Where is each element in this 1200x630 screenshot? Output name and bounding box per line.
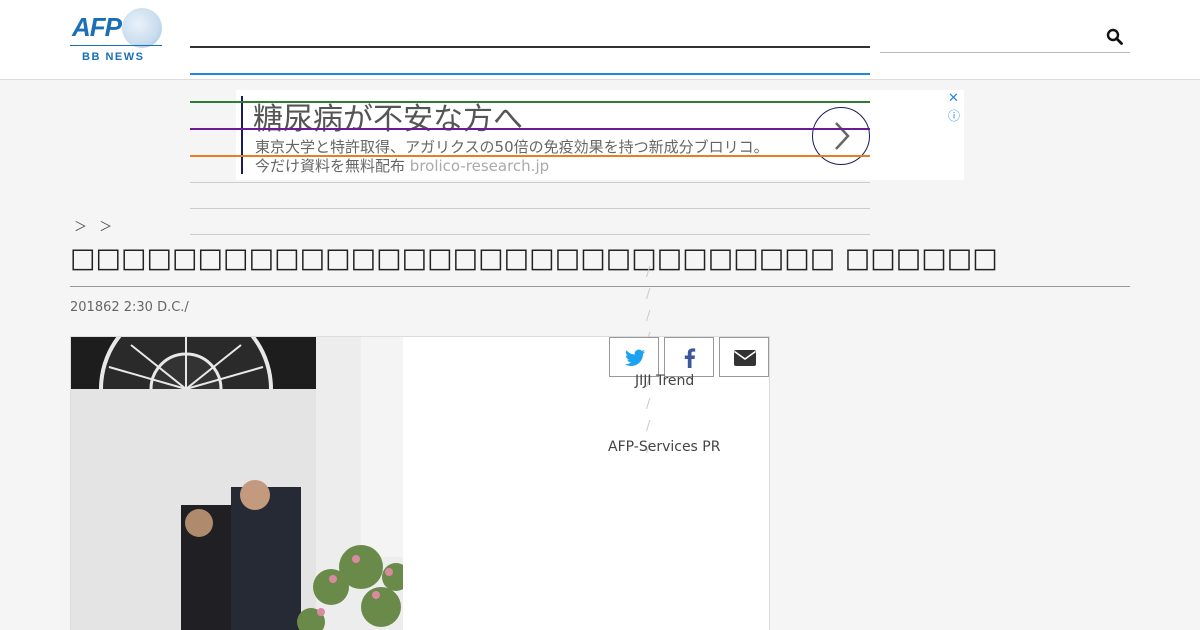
ad-close-icon[interactable]: ✕ bbox=[948, 91, 959, 106]
nav-rule-dark bbox=[190, 46, 870, 48]
afp-bb-news-logo[interactable]: AFP BB NEWS bbox=[70, 8, 162, 64]
jiji-trend-link[interactable]: JIJI Trend bbox=[635, 373, 694, 389]
nav-rule-purple bbox=[190, 128, 870, 130]
nav-rule-green bbox=[190, 101, 870, 103]
ad-accent-rule bbox=[241, 96, 243, 174]
twitter-icon bbox=[625, 349, 645, 366]
mail-icon bbox=[734, 350, 756, 366]
nav-rule-gray-1 bbox=[190, 182, 870, 183]
article-photo[interactable] bbox=[71, 337, 403, 630]
logo-bbnews-text: BB NEWS bbox=[82, 51, 145, 63]
logo-divider bbox=[70, 45, 162, 46]
globe-icon bbox=[122, 8, 162, 48]
ad-info-icon[interactable]: ⓘ bbox=[948, 107, 960, 124]
title-divider bbox=[70, 286, 1130, 287]
facebook-share-button[interactable] bbox=[664, 337, 714, 377]
ad-banner[interactable]: 糖尿病が不安な方へ 東京大学と特許取得、アガリクスの50倍の免疫効果を持つ新成分… bbox=[236, 90, 964, 180]
ad-footer: 今だけ資料を無料配布 brolico-research.jp bbox=[255, 155, 549, 176]
twitter-share-button[interactable] bbox=[609, 337, 659, 377]
search-box bbox=[880, 24, 1130, 53]
ad-footer-text: 今だけ資料を無料配布 bbox=[255, 157, 406, 175]
nav-rule-gray-3 bbox=[190, 234, 870, 235]
article-title: □□□□□□□□□□□□□□□□□□□□□□□□□□□□□□ □□□□□□ bbox=[70, 243, 998, 274]
ad-domain[interactable]: brolico-research.jp bbox=[410, 157, 549, 175]
mail-share-button[interactable] bbox=[719, 337, 769, 377]
afp-services-pr-link[interactable]: AFP-Services PR bbox=[608, 439, 720, 455]
search-icon[interactable] bbox=[1106, 28, 1124, 46]
breadcrumb[interactable]: ＞ ＞ bbox=[74, 216, 116, 235]
nav-rule-gray-2 bbox=[190, 208, 870, 209]
site-header: AFP BB NEWS bbox=[0, 0, 1200, 80]
logo-afp-text: AFP bbox=[72, 12, 122, 42]
article-dateline: 201862 2:30 D.C./ bbox=[70, 300, 189, 315]
photo-illustration bbox=[71, 337, 403, 630]
nav-rule-orange bbox=[190, 155, 870, 157]
ad-description: 東京大学と特許取得、アガリクスの50倍の免疫効果を持つ新成分ブロリコ。 bbox=[255, 138, 769, 156]
nav-rule-blue bbox=[190, 73, 870, 75]
facebook-icon bbox=[684, 348, 696, 368]
search-input[interactable] bbox=[880, 24, 1100, 52]
